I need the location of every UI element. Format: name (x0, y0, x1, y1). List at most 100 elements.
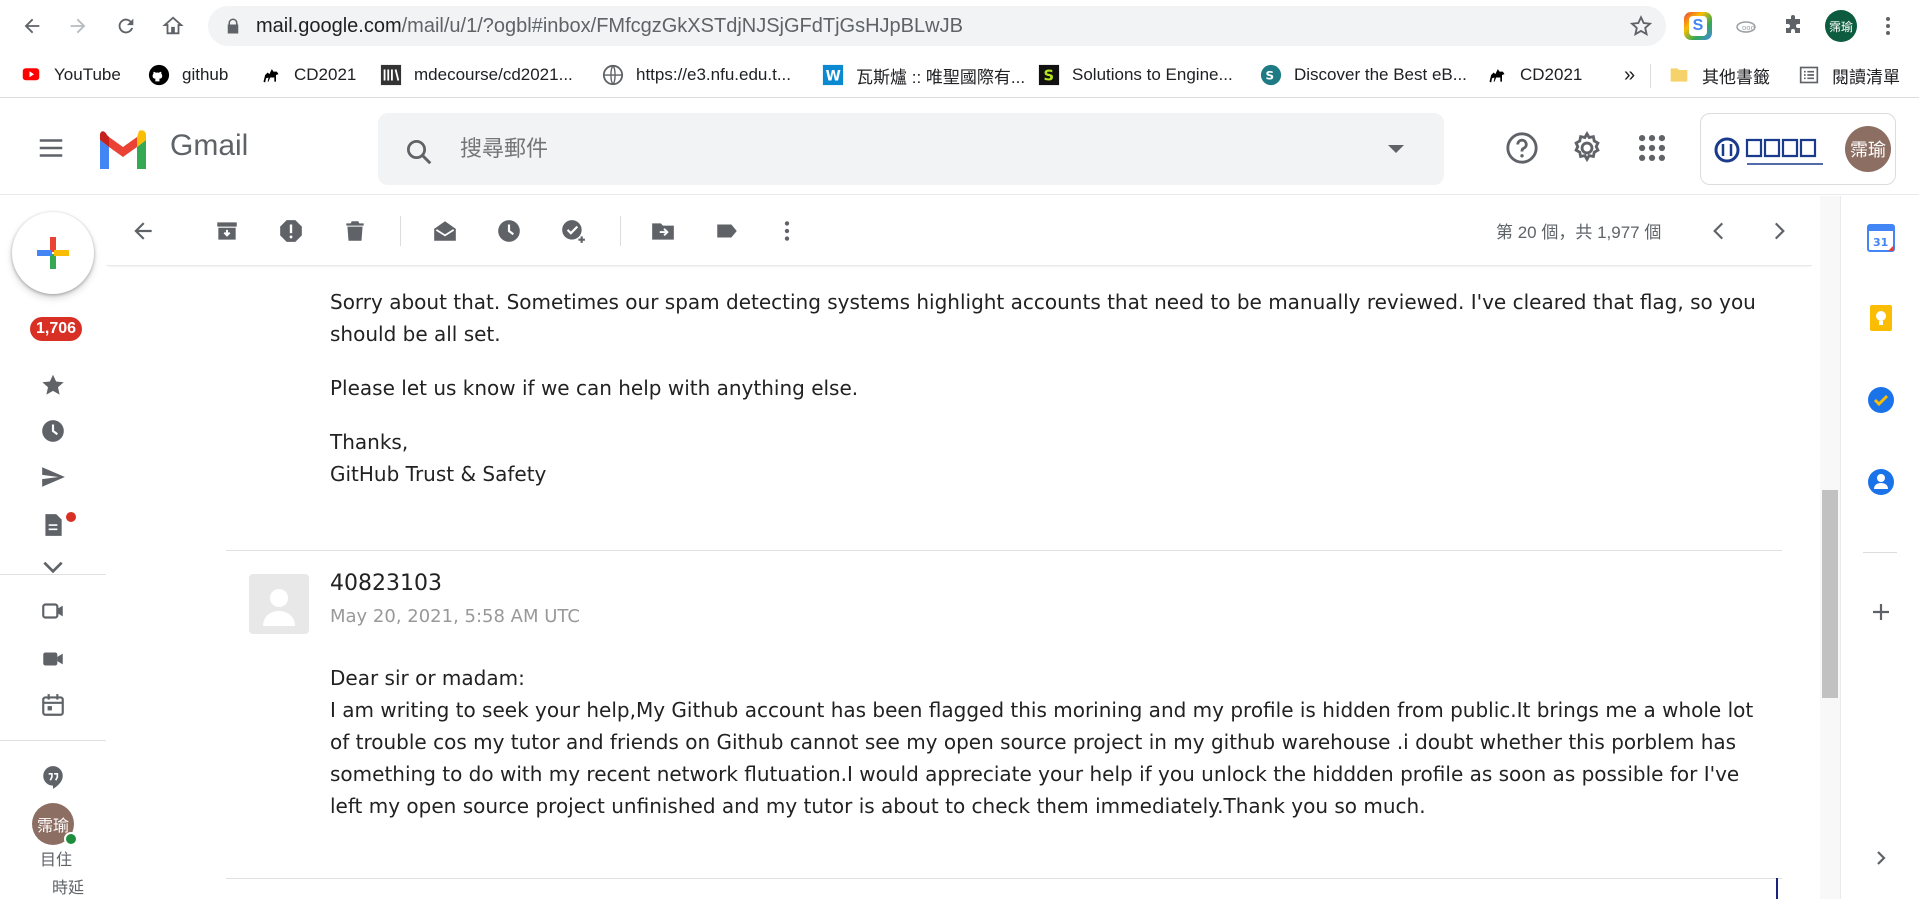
camel-icon (1486, 64, 1508, 86)
nfu-logo-icon (1714, 137, 1823, 165)
toolbar-divider (620, 216, 621, 246)
snooze-clock-icon[interactable] (496, 218, 522, 244)
more-options-icon[interactable] (774, 218, 800, 244)
online-status-dot (64, 832, 78, 846)
calendar-meetings-icon[interactable] (40, 692, 66, 718)
apps-grid-icon[interactable] (1635, 131, 1669, 165)
gmail-header: Gmail 霈瑜 (0, 99, 1919, 195)
move-to-folder-icon[interactable] (650, 218, 676, 244)
svg-text:W: W (826, 69, 841, 85)
google-tasks-icon[interactable] (1865, 384, 1897, 416)
sent-icon[interactable] (40, 464, 66, 490)
add-to-tasks-icon[interactable] (560, 218, 586, 244)
starred-icon[interactable] (40, 372, 66, 398)
globe-icon (602, 64, 624, 86)
gmail-brand-text[interactable]: Gmail (170, 129, 248, 163)
settings-gear-icon[interactable] (1570, 131, 1604, 165)
sender-avatar[interactable] (249, 574, 309, 634)
newer-chevron-left-icon[interactable] (1706, 218, 1732, 244)
message-toolbar: 第 20 個，共 1,977 個 (106, 196, 1812, 266)
svg-text:S: S (1044, 68, 1055, 85)
bookmark-cd2021-2[interactable]: CD2021 (1486, 62, 1582, 88)
inbox-unread-badge[interactable]: 1,706 (30, 317, 83, 341)
status-caption: 時延 (52, 880, 85, 897)
snoozed-clock-icon[interactable] (40, 418, 66, 444)
reply-body-paragraph: Please let us know if we can help with a… (330, 376, 859, 400)
bookmark-discover[interactable]: S Discover the Best eB... (1260, 62, 1467, 88)
main-menu-icon[interactable] (36, 133, 66, 163)
extension-cloud-icon[interactable]: ooo (1732, 12, 1760, 40)
bookmark-solutions[interactable]: S Solutions to Engine... (1038, 62, 1233, 88)
bookmark-label: CD2021 (294, 65, 357, 84)
bookmark-youtube[interactable]: YouTube (20, 62, 121, 88)
meet-new-meeting-icon[interactable] (40, 598, 66, 624)
message-body-line: something to do with my recent network f… (330, 762, 1740, 786)
camel-icon (260, 64, 282, 86)
svg-text:S: S (1266, 69, 1275, 83)
show-side-panel-chevron-icon[interactable] (1865, 842, 1897, 874)
bookmark-gas-stove[interactable]: W 瓦斯爐 :: 唯聖國際有... (822, 62, 1025, 88)
account-avatar[interactable]: 霈瑜 (1845, 126, 1891, 172)
report-spam-icon[interactable] (278, 218, 304, 244)
message-divider (226, 550, 1782, 551)
older-chevron-right-icon[interactable] (1766, 218, 1792, 244)
search-icon[interactable] (404, 137, 434, 167)
home-icon[interactable] (158, 11, 188, 41)
google-contacts-icon[interactable] (1865, 466, 1897, 498)
extension-s-icon[interactable]: S (1684, 12, 1712, 40)
bookmark-github[interactable]: github (148, 62, 228, 88)
left-rail: 1,706 霈瑜 目住 時延 (0, 196, 106, 899)
more-chevron-icon[interactable] (40, 560, 66, 574)
message-greeting: Dear sir or madam: (330, 666, 525, 690)
account-switcher[interactable]: 霈瑜 (1700, 113, 1896, 185)
sender-name[interactable]: 40823103 (330, 571, 442, 596)
compose-plus-icon (37, 237, 69, 269)
get-addons-plus-icon[interactable] (1865, 596, 1897, 628)
browser-profile-avatar[interactable]: 霈瑜 (1825, 10, 1857, 42)
bookmarks-overflow-button[interactable]: » (1624, 62, 1635, 88)
browser-menu-icon[interactable] (1874, 12, 1902, 40)
help-icon[interactable] (1505, 131, 1539, 165)
url-text: mail.google.com/mail/u/1/?ogbl#inbox/FMf… (256, 15, 963, 37)
address-bar[interactable]: mail.google.com/mail/u/1/?ogbl#inbox/FMf… (208, 6, 1666, 46)
google-calendar-icon[interactable]: 31 (1865, 222, 1897, 254)
drafts-icon[interactable] (40, 512, 66, 538)
reload-icon[interactable] (111, 11, 141, 41)
search-input[interactable] (460, 131, 1360, 167)
mail-search-bar[interactable] (378, 113, 1444, 185)
toolbar-divider (400, 216, 401, 246)
back-icon[interactable] (17, 11, 47, 41)
scrollbar-thumb[interactable] (1822, 490, 1838, 698)
hangouts-chat-icon[interactable] (40, 764, 66, 790)
bookmark-star-icon[interactable] (1630, 15, 1652, 37)
bookmark-label: 其他書籤 (1702, 67, 1770, 87)
archive-icon[interactable] (214, 218, 240, 244)
gmail-logo-icon[interactable] (96, 129, 150, 169)
search-options-caret-icon[interactable] (1388, 145, 1404, 153)
reading-list-button[interactable]: 閱讀清單 (1798, 62, 1900, 88)
status-caption: 目住 (40, 852, 73, 869)
side-panel: 31 (1840, 196, 1919, 899)
lock-icon[interactable] (224, 17, 242, 35)
rail-divider (0, 574, 106, 575)
bookmark-cd2021[interactable]: CD2021 (260, 62, 356, 88)
delete-trash-icon[interactable] (342, 218, 368, 244)
mark-unread-envelope-icon[interactable] (432, 218, 458, 244)
forward-icon[interactable] (63, 11, 93, 41)
compose-button[interactable] (12, 212, 94, 294)
google-keep-icon[interactable] (1865, 302, 1897, 334)
meet-join-video-icon[interactable] (40, 646, 66, 672)
bookmark-e3-nfu[interactable]: https://e3.nfu.edu.t... (602, 62, 791, 88)
bookmark-mdecourse[interactable]: mdecourse/cd2021... (380, 62, 573, 88)
extensions-puzzle-icon[interactable] (1779, 12, 1807, 40)
youtube-icon (20, 64, 42, 86)
svg-text:31: 31 (1873, 236, 1888, 249)
bookmark-label: mdecourse/cd2021... (414, 65, 573, 84)
message-divider (226, 878, 1782, 879)
reading-list-icon (1798, 64, 1820, 86)
label-tag-icon[interactable] (714, 218, 740, 244)
bookmark-other-folder[interactable]: 其他書籤 (1668, 62, 1770, 88)
reply-signoff: Thanks, (330, 430, 409, 454)
back-to-inbox-arrow-icon[interactable] (130, 218, 156, 244)
default-person-icon (263, 589, 295, 626)
